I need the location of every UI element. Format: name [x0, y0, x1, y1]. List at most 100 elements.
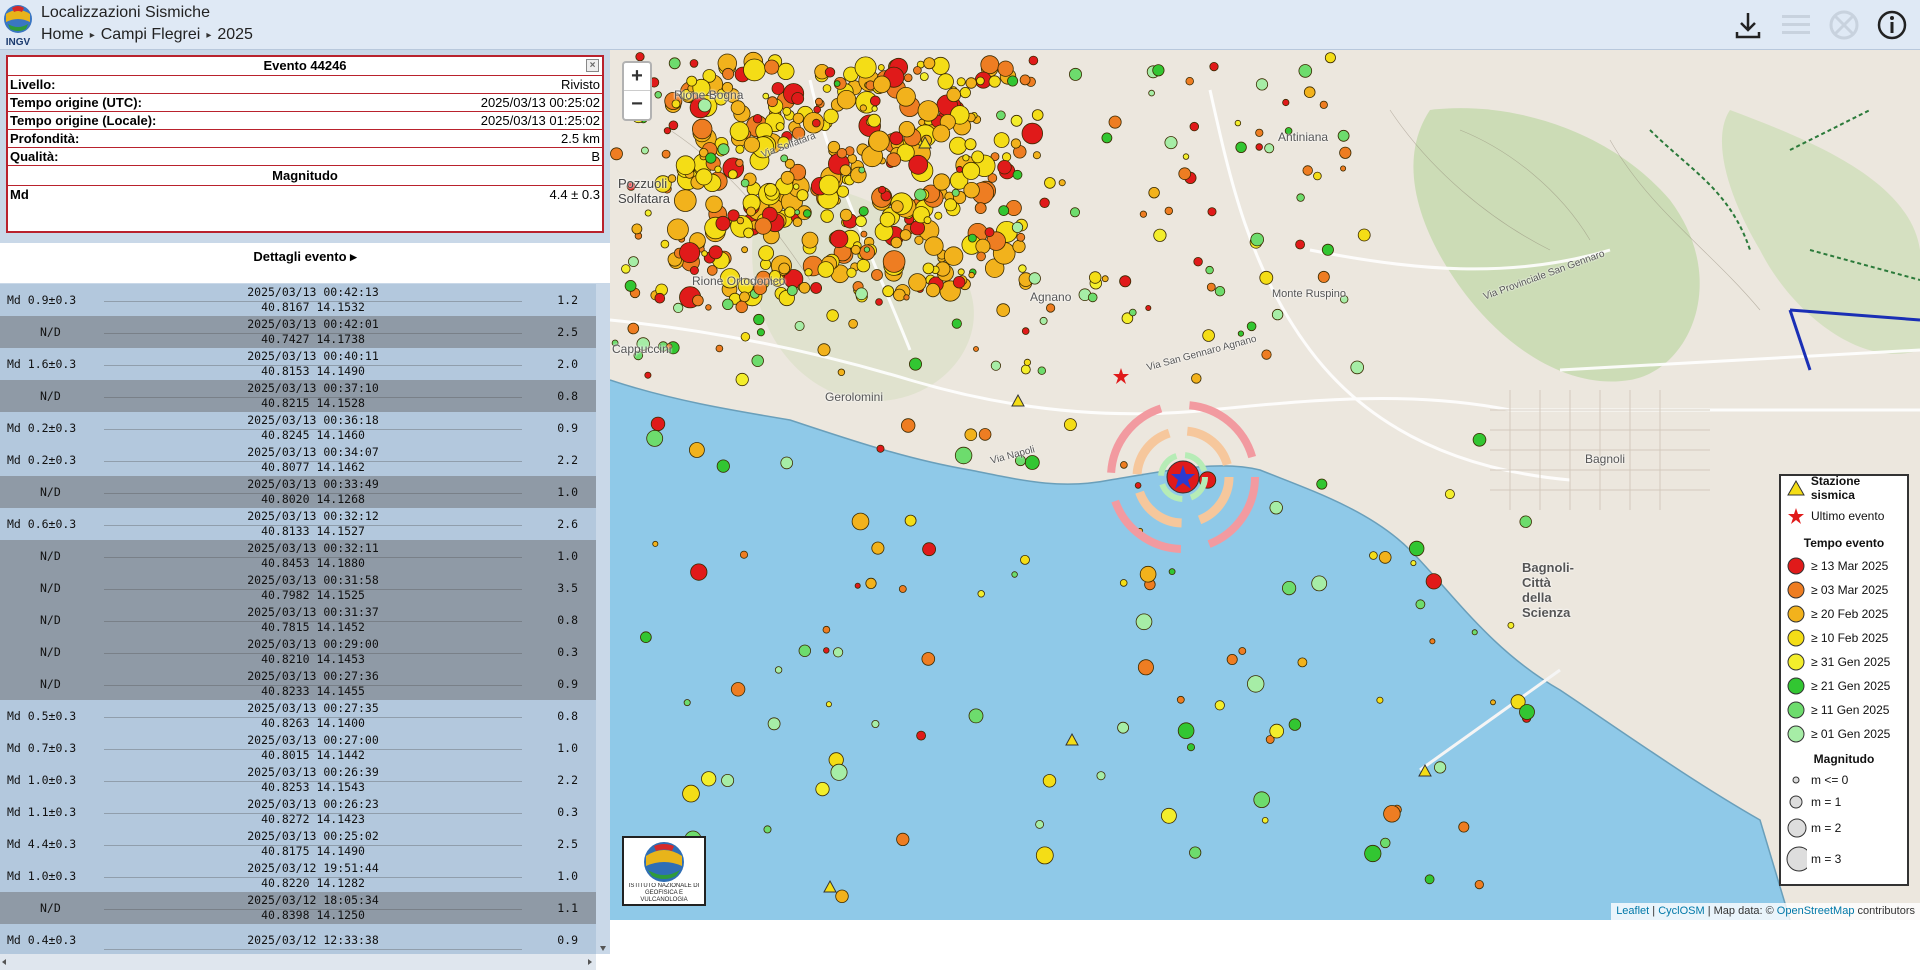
- earthquake-marker[interactable]: [1296, 193, 1305, 202]
- earthquake-marker[interactable]: [959, 86, 971, 99]
- earthquake-marker[interactable]: [858, 166, 866, 174]
- earthquake-marker[interactable]: [990, 360, 1001, 371]
- earthquake-marker[interactable]: [746, 206, 756, 217]
- earthquake-marker[interactable]: [1031, 109, 1044, 121]
- earthquake-marker[interactable]: [917, 100, 940, 122]
- earthquake-marker[interactable]: [879, 211, 896, 228]
- earthquake-marker[interactable]: [919, 72, 929, 82]
- earthquake-marker[interactable]: [610, 147, 623, 161]
- earthquake-marker[interactable]: [1319, 100, 1328, 109]
- earthquake-marker[interactable]: [836, 147, 848, 159]
- earthquake-marker[interactable]: [937, 73, 954, 90]
- earthquake-marker[interactable]: [792, 183, 800, 190]
- earthquake-marker[interactable]: [998, 205, 1010, 217]
- event-list-row[interactable]: Md 0.4±0.3 2025/03/12 12:33:38 0.9: [0, 924, 596, 954]
- earthquake-marker[interactable]: [798, 282, 811, 294]
- earthquake-marker[interactable]: [824, 67, 836, 78]
- earthquake-marker[interactable]: [730, 682, 746, 697]
- earthquake-marker[interactable]: [877, 64, 885, 71]
- earthquake-marker[interactable]: [796, 189, 809, 202]
- earthquake-marker[interactable]: [976, 76, 985, 86]
- earthquake-marker[interactable]: [901, 418, 916, 433]
- earthquake-marker[interactable]: [1350, 360, 1364, 375]
- earthquake-marker[interactable]: [1409, 540, 1425, 557]
- earthquake-marker[interactable]: [978, 428, 992, 441]
- earthquake-marker[interactable]: [804, 268, 813, 277]
- earthquake-marker[interactable]: [1237, 330, 1245, 337]
- earthquake-marker[interactable]: [1152, 64, 1165, 77]
- earthquake-marker[interactable]: [1135, 613, 1153, 631]
- earthquake-marker[interactable]: [1137, 659, 1154, 676]
- earthquake-marker[interactable]: [735, 144, 745, 154]
- breadcrumb-year[interactable]: 2025: [217, 26, 253, 44]
- earthquake-marker[interactable]: [715, 215, 731, 231]
- earthquake-marker[interactable]: [963, 181, 980, 199]
- earthquake-marker[interactable]: [627, 322, 640, 335]
- earthquake-marker[interactable]: [1206, 282, 1216, 292]
- earthquake-marker[interactable]: [815, 781, 830, 797]
- event-list-row[interactable]: N/D 2025/03/13 00:31:58 40.7982 14.1525 3.5: [0, 572, 596, 604]
- earthquake-marker[interactable]: [686, 75, 698, 87]
- earthquake-marker[interactable]: [1425, 573, 1442, 590]
- earthquake-marker[interactable]: [962, 161, 981, 180]
- earthquake-marker[interactable]: [1016, 232, 1026, 242]
- earthquake-marker[interactable]: [1259, 270, 1274, 285]
- earthquake-marker[interactable]: [1234, 119, 1242, 127]
- earthquake-marker[interactable]: [784, 206, 796, 218]
- earthquake-marker[interactable]: [1444, 489, 1455, 500]
- earthquake-marker[interactable]: [830, 763, 848, 781]
- earthquake-marker[interactable]: [1340, 165, 1347, 172]
- earthquake-marker[interactable]: [627, 256, 639, 268]
- earthquake-marker[interactable]: [792, 112, 804, 124]
- earthquake-marker[interactable]: [644, 371, 652, 379]
- earthquake-marker[interactable]: [640, 631, 652, 643]
- ingv-map-logo[interactable]: ISTITUTO NAZIONALE DI GEOFISICA E VULCAN…: [622, 836, 706, 906]
- earthquake-marker[interactable]: [1238, 647, 1247, 655]
- earthquake-marker[interactable]: [871, 541, 885, 555]
- earthquake-marker[interactable]: [837, 368, 846, 376]
- event-list-row[interactable]: Md 1.0±0.3 2025/03/12 19:51:44 40.8220 14.…: [0, 860, 596, 892]
- earthquake-marker[interactable]: [1282, 98, 1290, 107]
- earthquake-marker[interactable]: [740, 178, 750, 188]
- earthquake-marker[interactable]: [705, 152, 717, 164]
- earthquake-marker[interactable]: [1005, 199, 1022, 216]
- event-list-row[interactable]: N/D 2025/03/13 00:33:49 40.8020 14.1268 1.0: [0, 476, 596, 508]
- earthquake-marker[interactable]: [822, 625, 831, 634]
- earthquake-marker[interactable]: [825, 701, 832, 708]
- earthquake-marker[interactable]: [835, 889, 849, 904]
- earthquake-marker[interactable]: [714, 165, 722, 173]
- earthquake-marker[interactable]: [740, 332, 751, 342]
- earthquake-marker[interactable]: [988, 75, 1001, 88]
- earthquake-marker[interactable]: [886, 152, 902, 167]
- earthquake-marker[interactable]: [854, 582, 861, 589]
- earthquake-marker[interactable]: [855, 287, 868, 301]
- earthquake-marker[interactable]: [1209, 62, 1219, 72]
- earthquake-marker[interactable]: [1302, 165, 1313, 176]
- earthquake-marker[interactable]: [1024, 455, 1040, 470]
- vertical-scrollbar[interactable]: [596, 284, 610, 954]
- earthquake-marker[interactable]: [1235, 141, 1247, 154]
- earthquake-marker[interactable]: [908, 273, 927, 292]
- event-list-row[interactable]: N/D 2025/03/13 00:32:11 40.8453 14.1880 1.0: [0, 540, 596, 572]
- earthquake-marker[interactable]: [875, 298, 883, 306]
- earthquake-marker[interactable]: [817, 261, 835, 278]
- earthquake-marker[interactable]: [754, 217, 772, 235]
- earthquake-marker[interactable]: [865, 577, 877, 590]
- earthquake-marker[interactable]: [1139, 210, 1148, 218]
- earthquake-marker[interactable]: [763, 825, 772, 834]
- earthquake-marker[interactable]: [1101, 132, 1113, 144]
- earthquake-marker[interactable]: [1357, 228, 1371, 242]
- previous-event-star-icon[interactable]: [1113, 368, 1129, 384]
- earthquake-marker[interactable]: [1205, 265, 1214, 275]
- earthquake-marker[interactable]: [764, 59, 780, 75]
- earthquake-marker[interactable]: [1288, 718, 1302, 731]
- earthquake-marker[interactable]: [701, 771, 717, 787]
- earthquake-marker[interactable]: [1023, 358, 1031, 366]
- earthquake-marker[interactable]: [1519, 704, 1535, 720]
- earthquake-marker[interactable]: [1039, 316, 1048, 325]
- earthquake-marker[interactable]: [975, 238, 991, 254]
- earthquake-marker[interactable]: [976, 251, 986, 262]
- earthquake-marker[interactable]: [812, 118, 821, 128]
- earthquake-marker[interactable]: [1191, 373, 1202, 384]
- station-marker[interactable]: [1418, 763, 1432, 777]
